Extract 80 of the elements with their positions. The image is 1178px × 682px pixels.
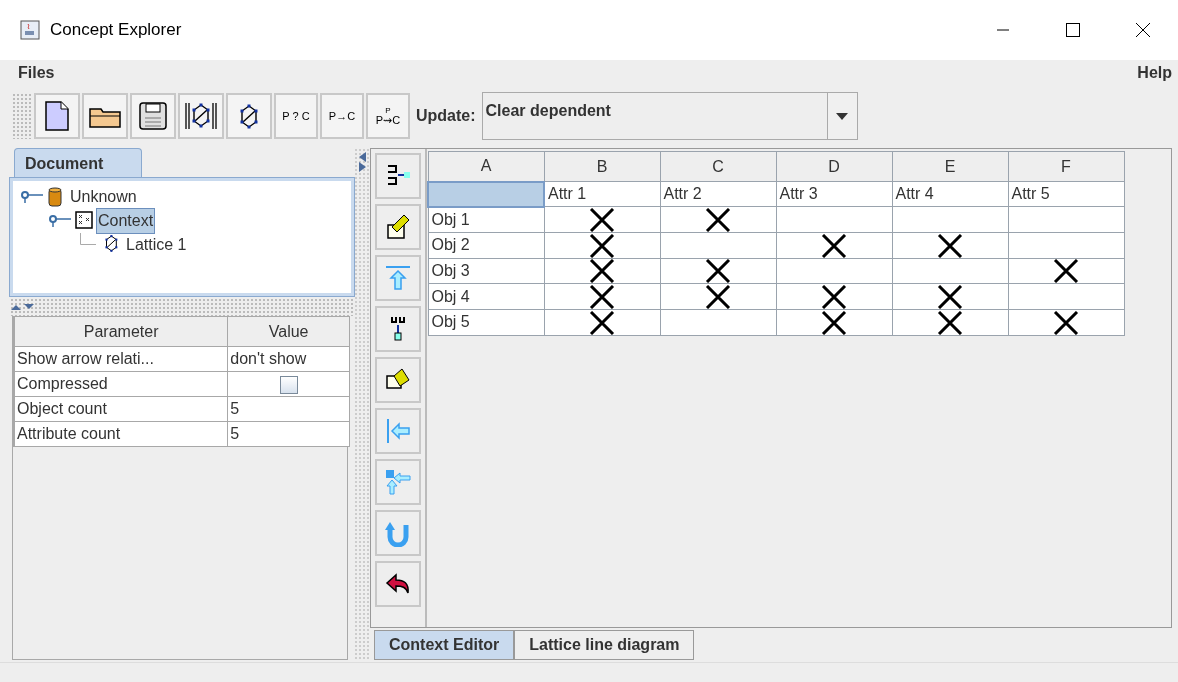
table-cell[interactable]: [660, 232, 776, 259]
menu-item[interactable]: Files: [18, 61, 55, 85]
attribute-cell[interactable]: Attr 4: [892, 181, 1008, 207]
attribute-cell[interactable]: Attr 3: [776, 181, 892, 207]
column-header: Parameter: [14, 316, 228, 347]
expand-right-icon[interactable]: [358, 162, 366, 172]
update-label: Update:: [416, 106, 476, 126]
tree-item[interactable]: Lattice 1: [125, 233, 188, 257]
menu-item[interactable]: Help: [1137, 61, 1172, 85]
table-cell[interactable]: [1008, 283, 1124, 310]
tab[interactable]: Lattice line diagram: [514, 630, 695, 660]
close-icon: [1136, 23, 1150, 37]
toolbar-button[interactable]: [178, 93, 224, 139]
attribute-cell[interactable]: Attr 5: [1008, 181, 1124, 207]
attribute-cell[interactable]: Attr 1: [544, 181, 660, 207]
tree-item[interactable]: Unknown: [69, 185, 138, 209]
new-file-icon: [45, 101, 69, 131]
column-header: E: [892, 151, 1008, 182]
collapse-arrows-icon[interactable]: [10, 303, 36, 311]
update-dropdown[interactable]: Clear dependent: [481, 92, 858, 140]
selected-cell[interactable]: [428, 181, 544, 207]
column-header: C: [660, 151, 776, 182]
save-icon: [139, 102, 167, 130]
table-cell[interactable]: [660, 309, 776, 336]
column-header: F: [1008, 151, 1124, 182]
toolbar-button[interactable]: [34, 93, 80, 139]
maximize-icon: [1066, 23, 1080, 37]
table-cell: Show arrow relati...: [14, 346, 228, 372]
column-header: B: [544, 151, 660, 182]
tab[interactable]: Context Editor: [374, 630, 515, 660]
object-cell[interactable]: Obj 2: [428, 232, 544, 259]
column-header: A: [428, 151, 544, 182]
toolbar-button[interactable]: [82, 93, 128, 139]
table-cell[interactable]: [892, 258, 1008, 284]
table-cell: don't show: [227, 346, 350, 372]
sidebar-button[interactable]: [375, 306, 421, 352]
document-tab[interactable]: Document: [14, 148, 142, 178]
checkbox[interactable]: [279, 375, 298, 394]
table-cell: Compressed: [14, 371, 228, 397]
move-left-icon: [384, 417, 412, 445]
database-icon: [47, 186, 65, 208]
table-cell[interactable]: [1008, 232, 1124, 259]
tree-line: [80, 233, 96, 245]
toolbar-button[interactable]: P→C: [320, 93, 364, 139]
sidebar-button[interactable]: [375, 153, 421, 199]
table-cell[interactable]: [776, 258, 892, 284]
sidebar-button[interactable]: [375, 561, 421, 607]
table-cell[interactable]: [776, 206, 892, 233]
collapse-left-icon[interactable]: [358, 152, 366, 162]
toolbar-button[interactable]: P P⇝C: [366, 93, 410, 139]
window-title: Concept Explorer: [50, 19, 182, 42]
move-up-icon: [384, 264, 412, 292]
object-cell[interactable]: Obj 3: [428, 258, 544, 284]
java-cup-icon: [20, 20, 40, 40]
table-cell[interactable]: [1008, 206, 1124, 233]
toolbar-button[interactable]: [226, 93, 272, 139]
toolbar-grip[interactable]: [12, 93, 32, 139]
table-cell: Attribute count: [14, 421, 228, 447]
object-cell[interactable]: Obj 4: [428, 283, 544, 310]
sidebar-button[interactable]: [375, 204, 421, 250]
expanded-handle-icon[interactable]: [49, 215, 71, 227]
table-cell[interactable]: [892, 206, 1008, 233]
context-icon: [75, 210, 93, 232]
table-cell: 5: [227, 421, 350, 447]
lattice-frame-icon: [184, 102, 218, 130]
caret-icon: [836, 112, 849, 120]
toolbar-button[interactable]: [130, 93, 176, 139]
edit-icon: [384, 213, 412, 241]
object-cell[interactable]: Obj 1: [428, 206, 544, 233]
tree-item[interactable]: Context: [97, 209, 155, 233]
column-header: Value: [227, 316, 350, 347]
expanded-handle-icon[interactable]: [21, 191, 43, 203]
object-cell[interactable]: Obj 5: [428, 309, 544, 336]
table-cell: 5: [227, 396, 350, 422]
merge-arrows-icon: [384, 468, 412, 496]
table-cell: Object count: [14, 396, 228, 422]
column-header: D: [776, 151, 892, 182]
toolbar-button[interactable]: P ? C: [274, 93, 318, 139]
attribute-cell[interactable]: Attr 2: [660, 181, 776, 207]
sidebar-button[interactable]: [375, 357, 421, 403]
